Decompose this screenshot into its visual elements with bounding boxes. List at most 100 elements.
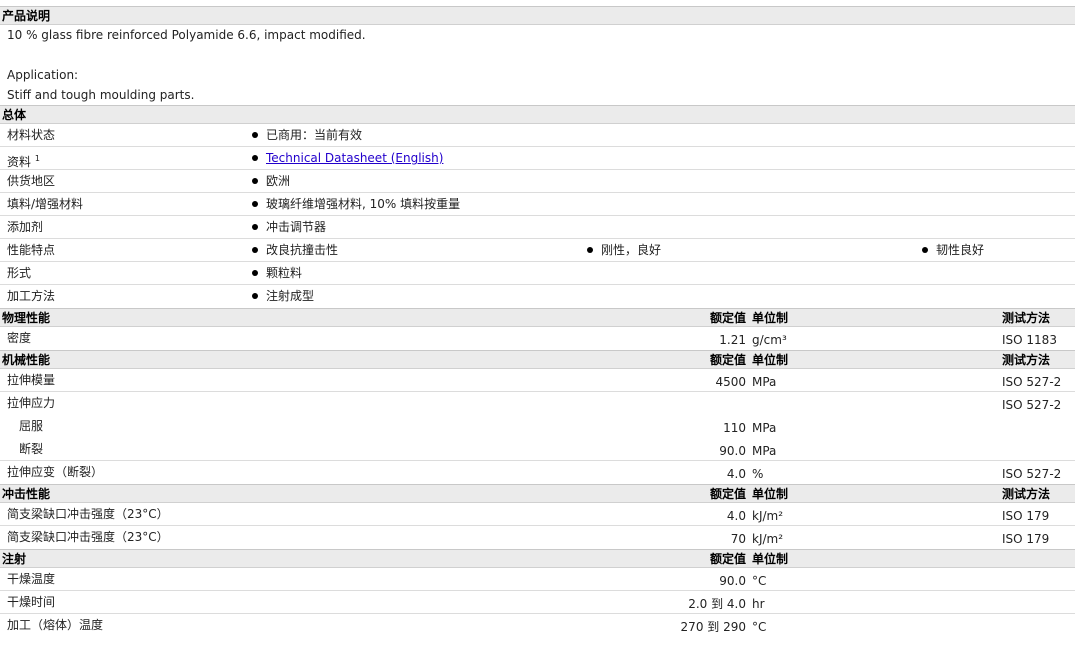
- bullet-icon: [252, 154, 258, 161]
- row-label: 简支梁缺口冲击强度（23°C）: [7, 530, 169, 544]
- row-label: 干燥温度: [7, 572, 56, 586]
- row-label: 拉伸应力: [7, 396, 56, 410]
- nominal-value: 270 到 290: [680, 620, 746, 634]
- row-label: 性能特点: [7, 243, 56, 257]
- application-label: Application:: [7, 68, 79, 82]
- section-header-mechanical: 机械性能 额定值 单位制 测试方法: [0, 350, 1075, 369]
- bullet-icon: [252, 246, 258, 253]
- unit-value: g/cm³: [752, 333, 787, 347]
- section-header-description: 产品说明: [0, 6, 1075, 25]
- bullet-icon: [252, 177, 258, 184]
- table-row: 简支梁缺口冲击强度（23°C） 4.0 kJ/m² ISO 179: [0, 503, 1075, 526]
- row-label: 添加剂: [7, 220, 44, 234]
- col-header-nominal: 额定值: [709, 487, 746, 501]
- general-row-features: 性能特点 改良抗撞击性 刚性，良好 韧性良好: [0, 239, 1075, 262]
- unit-value: MPa: [752, 444, 777, 458]
- table-row: 断裂 90.0 MPa: [0, 438, 1075, 461]
- general-row-filler: 填料/增强材料 玻璃纤维增强材料, 10% 填料按重量: [0, 193, 1075, 216]
- row-label: 加工方法: [7, 289, 56, 303]
- bullet-item: 韧性良好: [922, 239, 984, 262]
- table-row: 屈服 110 MPa: [0, 415, 1075, 438]
- bullet-icon: [252, 269, 258, 276]
- bullet-icon: [587, 246, 593, 253]
- unit-value: °C: [752, 574, 767, 588]
- nominal-value: 4.0: [726, 467, 746, 481]
- row-label: 拉伸模量: [7, 373, 56, 387]
- section-header-impact: 冲击性能 额定值 单位制 测试方法: [0, 484, 1075, 503]
- col-header-unit: 单位制: [752, 487, 789, 501]
- bullet-item: 玻璃纤维增强材料, 10% 填料按重量: [252, 193, 460, 216]
- general-row-form: 形式 颗粒料: [0, 262, 1075, 285]
- section-title: 机械性能: [2, 353, 51, 367]
- unit-value: %: [752, 467, 764, 481]
- general-row-additive: 添加剂 冲击调节器: [0, 216, 1075, 239]
- nominal-value: 2.0 到 4.0: [688, 597, 746, 611]
- bullet-item: 欧洲: [252, 170, 290, 193]
- row-label: 形式: [7, 266, 32, 280]
- test-method: ISO 179: [1002, 509, 1050, 523]
- section-title: 注射: [2, 552, 27, 566]
- section-title: 物理性能: [2, 311, 51, 325]
- bullet-item: 冲击调节器: [252, 216, 326, 239]
- unit-value: °C: [752, 620, 767, 634]
- nominal-value: 70: [730, 532, 746, 546]
- section-title: 总体: [2, 108, 27, 122]
- application-text: Stiff and tough moulding parts.: [7, 88, 195, 102]
- row-label: 密度: [7, 331, 32, 345]
- datasheet-page: 产品说明 10 % glass fibre reinforced Polyami…: [0, 6, 1075, 652]
- section-header-general: 总体: [0, 105, 1075, 124]
- table-row: 简支梁缺口冲击强度（23°C） 70 kJ/m² ISO 179: [0, 526, 1075, 549]
- general-row-availability: 供货地区 欧洲: [0, 170, 1075, 193]
- row-label: 屈服: [19, 419, 44, 433]
- unit-value: MPa: [752, 375, 777, 389]
- description-block: 10 % glass fibre reinforced Polyamide 6.…: [0, 25, 1075, 105]
- nominal-value: 110: [723, 421, 746, 435]
- nominal-value: 4.0: [726, 509, 746, 523]
- technical-datasheet-link[interactable]: Technical Datasheet (English): [266, 151, 443, 165]
- test-method: ISO 1183: [1002, 333, 1057, 347]
- test-method: ISO 527-2: [1002, 398, 1062, 412]
- unit-value: kJ/m²: [752, 532, 784, 546]
- table-row: 加工（熔体）温度 270 到 290 °C: [0, 614, 1075, 637]
- bullet-icon: [252, 292, 258, 299]
- row-label: 加工（熔体）温度: [7, 618, 104, 632]
- section-header-physical: 物理性能 额定值 单位制 测试方法: [0, 308, 1075, 327]
- col-header-nominal: 额定值: [709, 353, 746, 367]
- general-row-processing: 加工方法 注射成型: [0, 285, 1075, 308]
- table-row: 拉伸模量 4500 MPa ISO 527-2: [0, 369, 1075, 392]
- nominal-value: 90.0: [719, 574, 746, 588]
- row-label: 填料/增强材料: [7, 197, 84, 211]
- table-row: 密度 1.21 g/cm³ ISO 1183: [0, 327, 1075, 350]
- nominal-value: 4500: [715, 375, 746, 389]
- table-row: 干燥温度 90.0 °C: [0, 568, 1075, 591]
- bullet-item: 改良抗撞击性: [252, 239, 338, 262]
- bullet-item: 刚性，良好: [587, 239, 661, 262]
- row-label: 拉伸应变（断裂）: [7, 465, 104, 479]
- bullet-item: 注射成型: [252, 285, 314, 308]
- table-row: 拉伸应变（断裂） 4.0 % ISO 527-2: [0, 461, 1075, 484]
- bullet-icon: [252, 200, 258, 207]
- table-row: 干燥时间 2.0 到 4.0 hr: [0, 591, 1075, 614]
- row-label: 简支梁缺口冲击强度（23°C）: [7, 507, 169, 521]
- bullet-icon: [252, 223, 258, 230]
- col-header-test: 测试方法: [1002, 311, 1051, 325]
- section-title: 产品说明: [2, 9, 51, 23]
- col-header-nominal: 额定值: [709, 311, 746, 325]
- unit-value: kJ/m²: [752, 509, 784, 523]
- test-method: ISO 179: [1002, 532, 1050, 546]
- test-method: ISO 527-2: [1002, 467, 1062, 481]
- col-header-test: 测试方法: [1002, 487, 1051, 501]
- section-header-injection: 注射 额定值 单位制: [0, 549, 1075, 568]
- bullet-item: 已商用：当前有效: [252, 124, 362, 147]
- test-method: ISO 527-2: [1002, 375, 1062, 389]
- general-row-status: 材料状态 已商用：当前有效: [0, 124, 1075, 147]
- description-line: 10 % glass fibre reinforced Polyamide 6.…: [7, 28, 366, 42]
- nominal-value: 1.21: [719, 333, 746, 347]
- unit-value: MPa: [752, 421, 777, 435]
- col-header-unit: 单位制: [752, 353, 789, 367]
- section-title: 冲击性能: [2, 487, 51, 501]
- bullet-icon: [922, 246, 928, 253]
- row-label: 干燥时间: [7, 595, 56, 609]
- col-header-test: 测试方法: [1002, 353, 1051, 367]
- table-row: 拉伸应力 ISO 527-2: [0, 392, 1075, 415]
